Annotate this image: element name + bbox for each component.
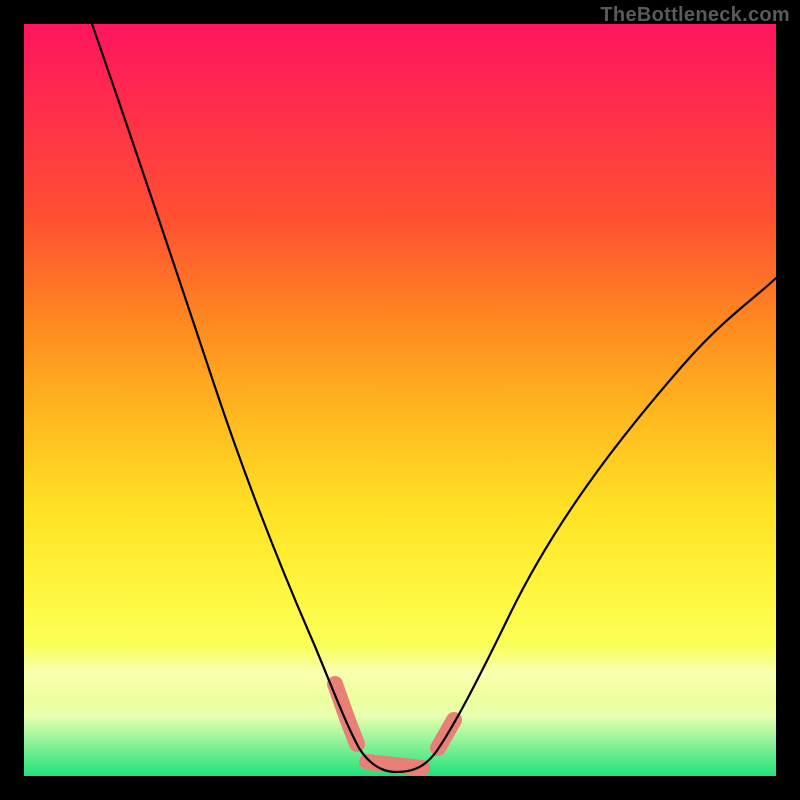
plot-area [24, 24, 776, 776]
valley-marker-group [335, 684, 454, 768]
watermark-text: TheBottleneck.com [600, 4, 790, 27]
bottleneck-curve [92, 24, 776, 772]
chart-frame: TheBottleneck.com [0, 0, 800, 800]
chart-svg [24, 24, 776, 776]
